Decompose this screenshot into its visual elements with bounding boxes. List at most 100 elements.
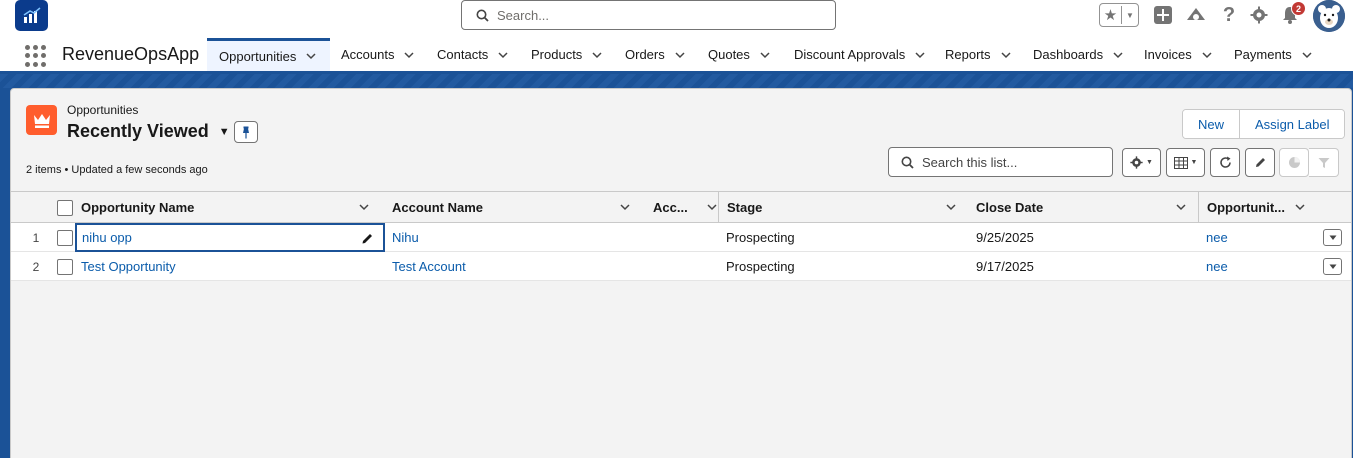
chevron-down-icon[interactable] [1113, 50, 1123, 60]
row-actions-button[interactable] [1323, 229, 1342, 246]
row-actions-button[interactable] [1323, 258, 1342, 275]
nav-item-label: Dashboards [1033, 47, 1104, 62]
opportunities-table: Opportunity Name Account Name Acc... Sta… [11, 191, 1351, 281]
display-as-button[interactable]: ▼ [1166, 148, 1205, 177]
charts-button[interactable] [1279, 148, 1309, 177]
refresh-button[interactable] [1210, 148, 1240, 177]
list-settings-button[interactable]: ▼ [1122, 148, 1161, 177]
chevron-down-icon[interactable] [620, 202, 630, 212]
trailhead-button[interactable] [1185, 4, 1207, 26]
chevron-down-icon[interactable] [359, 202, 369, 212]
nav-item-label: Products [531, 47, 583, 62]
nav-item-products[interactable]: Products [519, 38, 602, 71]
opportunity-link[interactable]: Test Opportunity [81, 259, 176, 274]
nav-item-dashboards[interactable]: Dashboards [1021, 38, 1123, 71]
notifications-button[interactable]: 2 [1280, 1, 1306, 25]
list-view-name: Recently Viewed [67, 121, 209, 141]
stage-cell: Prospecting [726, 230, 795, 245]
nav-item-label: Discount Approvals [794, 47, 906, 62]
global-search-input[interactable] [497, 7, 817, 23]
new-button[interactable]: New [1183, 110, 1240, 138]
chevron-down-icon[interactable] [498, 50, 508, 60]
nav-item-opportunities[interactable]: Opportunities [207, 38, 330, 71]
inline-edit-button[interactable] [1245, 148, 1275, 177]
row-checkbox[interactable] [57, 258, 73, 275]
owner-link[interactable]: nee [1206, 230, 1228, 245]
row-number: 1 [32, 230, 40, 245]
chevron-down-icon[interactable] [760, 50, 770, 60]
nav-item-label: Contacts [437, 47, 489, 62]
chevron-down-icon[interactable] [1302, 50, 1312, 60]
row-select-cell [57, 223, 73, 252]
pin-list-button[interactable] [234, 121, 258, 143]
pencil-icon[interactable] [361, 232, 374, 245]
column-close-date[interactable]: Close Date [976, 192, 1198, 223]
chevron-down-icon[interactable] [306, 51, 316, 61]
list-search[interactable] [888, 147, 1113, 177]
chevron-down-icon[interactable]: ▼ [1122, 11, 1138, 20]
column-label: Acc... [653, 200, 688, 215]
owner-cell: nee [1206, 252, 1228, 281]
caret-down-icon[interactable]: ▼ [219, 126, 230, 138]
opportunity-name-cell[interactable]: nihu opp [75, 223, 385, 252]
nav-item-discount-approvals[interactable]: Discount Approvals [782, 38, 925, 71]
list-actions: New Assign Label [1182, 109, 1346, 139]
account-link[interactable]: Test Account [392, 259, 466, 274]
nav-item-payments[interactable]: Payments [1222, 38, 1312, 71]
help-icon[interactable]: ? [1220, 4, 1238, 26]
chevron-down-icon: ▼ [1146, 159, 1153, 166]
table-icon [1173, 156, 1188, 169]
list-search-input[interactable] [922, 154, 1102, 170]
account-link[interactable]: Nihu [392, 230, 419, 245]
pie-chart-icon [1288, 157, 1300, 168]
nav-item-label: Reports [945, 47, 991, 62]
chevron-down-icon[interactable] [675, 50, 685, 60]
nav-item-invoices[interactable]: Invoices [1132, 38, 1212, 71]
chevron-down-icon[interactable] [915, 50, 925, 60]
avatar[interactable] [1313, 0, 1345, 32]
column-opportunity-name[interactable]: Opportunity Name [81, 192, 381, 223]
stage-cell: Prospecting [726, 259, 795, 274]
owner-link[interactable]: nee [1206, 259, 1228, 274]
nav-item-quotes[interactable]: Quotes [696, 38, 770, 71]
column-opportunity-owner[interactable]: Opportunit... [1198, 192, 1308, 223]
assign-label-button[interactable]: Assign Label [1239, 110, 1345, 138]
app-logo[interactable] [15, 0, 48, 31]
chevron-down-icon[interactable] [1202, 50, 1212, 60]
chevron-down-icon[interactable] [1001, 50, 1011, 60]
chevron-down-icon[interactable] [946, 202, 956, 212]
chevron-down-icon[interactable] [1176, 202, 1186, 212]
opportunity-name-cell: Test Opportunity [81, 252, 176, 281]
pin-icon [243, 126, 249, 138]
list-meta-status: 2 items • Updated a few seconds ago [26, 164, 208, 176]
nav-item-orders[interactable]: Orders [613, 38, 685, 71]
global-search[interactable] [461, 0, 836, 30]
filter-icon [1318, 157, 1329, 168]
filter-button[interactable] [1309, 148, 1339, 177]
chevron-down-icon[interactable] [1295, 202, 1305, 212]
chevron-down-icon[interactable] [707, 202, 717, 212]
favorites-button[interactable]: ★ ▼ [1099, 3, 1139, 27]
column-account-name[interactable]: Account Name [392, 192, 642, 223]
setup-button[interactable] [1249, 5, 1269, 25]
nav-item-contacts[interactable]: Contacts [425, 38, 508, 71]
column-acc[interactable]: Acc... [653, 192, 719, 223]
list-view-selector[interactable]: Recently Viewed ▼ [67, 121, 230, 142]
chevron-down-icon[interactable] [592, 50, 602, 60]
nav-item-label: Invoices [1144, 47, 1192, 62]
star-icon[interactable]: ★ [1100, 6, 1122, 24]
chevron-down-icon[interactable] [404, 50, 415, 60]
global-actions-button[interactable] [1153, 5, 1173, 25]
row-number: 2 [32, 259, 40, 274]
row-checkbox[interactable] [57, 229, 73, 246]
nav-item-label: Orders [625, 47, 665, 62]
table-header: Opportunity Name Account Name Acc... Sta… [11, 191, 1351, 223]
nav-item-accounts[interactable]: Accounts [329, 38, 415, 71]
select-all-checkbox[interactable] [57, 199, 73, 216]
opportunity-link[interactable]: nihu opp [82, 230, 132, 245]
nav-item-reports[interactable]: Reports [933, 38, 1011, 71]
app-navbar: RevenueOpsApp Opportunities Accounts Con… [0, 38, 1353, 74]
nav-item-label: Quotes [708, 47, 750, 62]
column-stage[interactable]: Stage [718, 192, 968, 223]
app-launcher-icon[interactable] [25, 45, 47, 67]
